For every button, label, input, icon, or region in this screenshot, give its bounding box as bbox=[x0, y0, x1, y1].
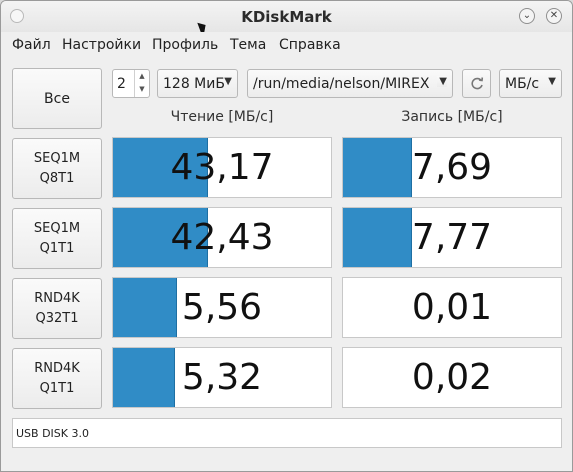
write-value: 7,77 bbox=[411, 217, 493, 258]
runs-value: 2 bbox=[117, 76, 126, 92]
units-select[interactable]: МБ/с ▼ bbox=[499, 69, 562, 98]
test-label-line1: SEQ1M bbox=[33, 220, 81, 236]
write-result-cell: 0,01 bbox=[342, 277, 562, 338]
path-value: /run/media/nelson/MIREX bbox=[253, 76, 430, 92]
read-result-cell: 42,43 bbox=[112, 207, 332, 268]
test-button-rnd4k-q32t1[interactable]: RND4K Q32T1 bbox=[12, 278, 102, 339]
chevron-down-icon: ▼ bbox=[224, 76, 232, 87]
run-all-button[interactable]: Все bbox=[12, 68, 102, 129]
runs-spinbox[interactable]: 2 ▲ ▼ bbox=[112, 69, 150, 98]
test-label-line1: SEQ1M bbox=[33, 150, 81, 166]
test-label-line2: Q32T1 bbox=[35, 310, 79, 326]
menu-theme[interactable]: Тема bbox=[230, 37, 266, 53]
refresh-button[interactable] bbox=[462, 69, 491, 98]
size-value: 128 МиБ bbox=[163, 76, 225, 92]
read-result-cell: 5,56 bbox=[112, 277, 332, 338]
size-select[interactable]: 128 МиБ ▼ bbox=[157, 69, 238, 98]
write-value: 0,02 bbox=[411, 357, 493, 398]
test-button-seq1m-q1t1[interactable]: SEQ1M Q1T1 bbox=[12, 208, 102, 269]
test-button-seq1m-q8t1[interactable]: SEQ1M Q8T1 bbox=[12, 138, 102, 199]
app-window: KDiskMark ⌄ ✕ Файл Настройки Профиль Тем… bbox=[0, 0, 573, 472]
read-result-cell: 43,17 bbox=[112, 137, 332, 198]
test-label-line2: Q1T1 bbox=[39, 240, 75, 256]
test-button-rnd4k-q1t1[interactable]: RND4K Q1T1 bbox=[12, 348, 102, 409]
chevron-down-icon: ▼ bbox=[437, 76, 447, 87]
write-result-cell: 7,77 bbox=[342, 207, 562, 268]
read-result-cell: 5,32 bbox=[112, 347, 332, 408]
write-value: 0,01 bbox=[411, 287, 493, 328]
menu-settings[interactable]: Настройки bbox=[62, 37, 141, 53]
write-column-header: Запись [МБ/с] bbox=[401, 109, 503, 125]
write-value: 7,69 bbox=[411, 147, 493, 188]
menu-profile[interactable]: Профиль bbox=[152, 37, 218, 53]
write-result-cell: 7,69 bbox=[342, 137, 562, 198]
read-column-header: Чтение [МБ/с] bbox=[170, 109, 274, 125]
menu-help[interactable]: Справка bbox=[279, 37, 341, 53]
window-title: KDiskMark bbox=[241, 8, 332, 26]
title-bar: KDiskMark ⌄ ✕ bbox=[1, 1, 572, 33]
read-value: 5,32 bbox=[181, 357, 263, 398]
menu-file[interactable]: Файл bbox=[12, 37, 51, 53]
refresh-icon bbox=[470, 76, 483, 89]
chevron-down-icon: ▼ bbox=[548, 76, 556, 87]
test-label-line2: Q1T1 bbox=[39, 380, 75, 396]
spin-arrows-icon[interactable]: ▲ ▼ bbox=[134, 70, 149, 97]
close-icon[interactable]: ✕ bbox=[546, 8, 562, 24]
test-label-line2: Q8T1 bbox=[39, 170, 75, 186]
read-value: 43,17 bbox=[170, 147, 274, 188]
read-value: 5,56 bbox=[181, 287, 263, 328]
status-field: USB DISK 3.0 bbox=[12, 418, 562, 448]
units-value: МБ/с bbox=[505, 76, 540, 92]
minimize-icon[interactable]: ⌄ bbox=[519, 8, 535, 24]
menu-bar: Файл Настройки Профиль Тема Справка bbox=[1, 32, 572, 58]
test-label-line1: RND4K bbox=[34, 290, 80, 306]
write-result-cell: 0,02 bbox=[342, 347, 562, 408]
test-label-line1: RND4K bbox=[34, 360, 80, 376]
path-select[interactable]: /run/media/nelson/MIREX ▼ bbox=[247, 69, 453, 98]
read-value: 42,43 bbox=[170, 217, 274, 258]
